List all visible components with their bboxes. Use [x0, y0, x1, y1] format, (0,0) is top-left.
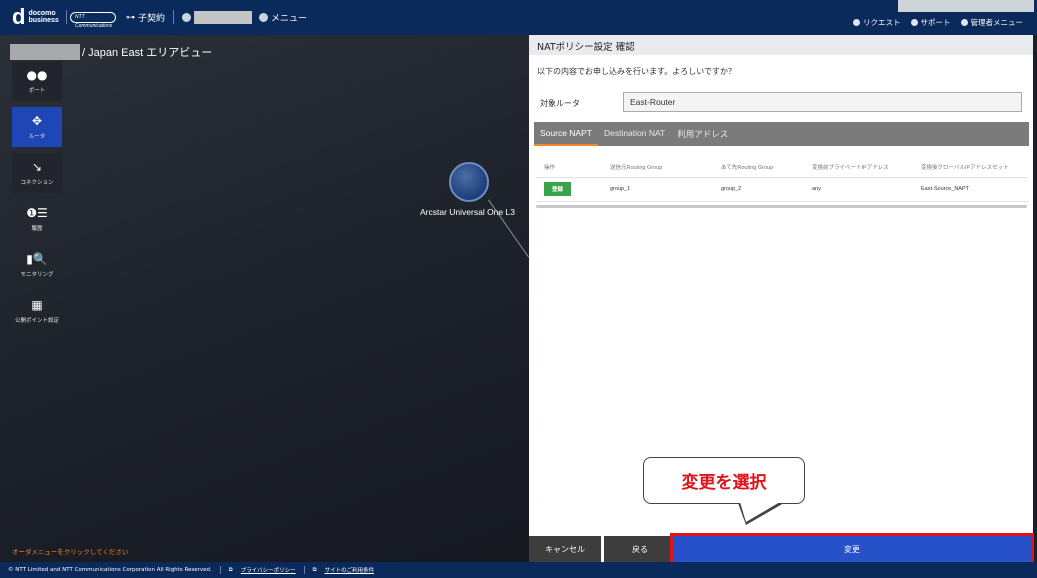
- column-header: 操作: [536, 157, 602, 178]
- sidebar-item-port[interactable]: ●● ポート: [12, 61, 62, 101]
- sidebar-item-public-point[interactable]: ▦ 公開ポイント設定: [12, 291, 62, 331]
- breadcrumb-current: / Japan East エリアビュー: [82, 47, 213, 59]
- private-ip-cell: any: [804, 177, 913, 202]
- router-field[interactable]: East-Router: [623, 92, 1022, 112]
- sidebar-item-monitoring[interactable]: ▮🔍 モニタリング: [12, 245, 62, 285]
- support-link[interactable]: サポート: [910, 17, 951, 28]
- public-point-icon: ▦: [31, 298, 43, 312]
- area-view-canvas[interactable]: / Japan East エリアビュー ●● ポート ✥ ルータ ↘ コネクショ…: [0, 35, 529, 562]
- nat-tabs: Source NAPT Destination NAT 利用アドレス: [534, 122, 1029, 146]
- table-scrollbar[interactable]: [536, 205, 1027, 208]
- terms-of-use-link[interactable]: サイトのご利用条件: [325, 566, 375, 574]
- docomo-business-logo[interactable]: d docomo business: [12, 4, 59, 29]
- table-header-row: 操作 送信元Routing Group あて先Routing Group 変換前…: [536, 157, 1028, 178]
- port-icon: ●●: [26, 68, 48, 82]
- callout-tail-inner: [740, 502, 780, 522]
- masked-header-tab: [898, 0, 1034, 12]
- sidebar: ●● ポート ✥ ルータ ↘ コネクション ❶☰ 履歴 ▮🔍 モニタリング ▦ …: [12, 61, 62, 337]
- logo-line2: business: [28, 17, 59, 24]
- masked-account-name: [194, 11, 252, 24]
- monitoring-icon: ▮🔍: [26, 252, 48, 266]
- request-link[interactable]: リクエスト: [853, 17, 901, 28]
- confirm-message: 以下の内容でお申し込みを行います。よろしいですか？: [537, 67, 736, 76]
- copyright-text: © NTT Limited and NTT Communications Cor…: [8, 567, 212, 573]
- gear-icon: [960, 19, 968, 26]
- dst-group-cell: group_2: [713, 177, 804, 202]
- external-link-icon: ⧉: [312, 566, 317, 573]
- router-label: 対象ルータ: [540, 99, 580, 108]
- logo-d-mark: d: [12, 4, 26, 29]
- register-badge: 登録: [544, 182, 572, 196]
- tab-used-addresses[interactable]: 利用アドレス: [671, 122, 734, 146]
- sidebar-item-router[interactable]: ✥ ルータ: [12, 107, 62, 147]
- back-button[interactable]: 戻る: [604, 536, 676, 562]
- column-header: 変換後グローバルIPアドレスセット: [913, 157, 1028, 178]
- header-divider: [173, 10, 174, 24]
- external-link-icon: ⧉: [228, 566, 233, 573]
- nat-rule-table: 操作 送信元Routing Group あて先Routing Group 変換前…: [536, 157, 1028, 202]
- global-ip-cell: East-Source_NAPT: [913, 177, 1028, 202]
- sidebar-item-label: ルータ: [28, 134, 46, 140]
- masked-breadcrumb: [10, 44, 80, 60]
- src-group-cell: group_1: [602, 177, 713, 202]
- change-button[interactable]: 変更: [670, 533, 1034, 565]
- history-icon: ❶☰: [26, 206, 48, 220]
- top-header: d docomo business NTT Communications ⊶ 子契…: [0, 0, 1037, 35]
- table-row: 登録 group_1 group_2 any East-Source_NAPT: [536, 177, 1028, 202]
- column-header: 変換前プライベートIPアドレス: [804, 157, 913, 178]
- menu-button[interactable]: メニュー: [259, 11, 307, 24]
- sidebar-item-label: モニタリング: [20, 272, 54, 278]
- tab-source-napt[interactable]: Source NAPT: [534, 122, 598, 146]
- sidebar-item-label: 公開ポイント設定: [14, 318, 59, 324]
- cancel-button[interactable]: キャンセル: [529, 536, 601, 562]
- sidebar-item-label: 履歴: [31, 226, 43, 232]
- contract-selector[interactable]: ⊶ 子契約: [126, 11, 166, 25]
- sidebar-item-label: コネクション: [20, 180, 54, 186]
- admin-menu-link[interactable]: 管理者メニュー: [960, 17, 1023, 28]
- menu-icon: [259, 13, 268, 22]
- breadcrumb: / Japan East エリアビュー: [10, 44, 212, 60]
- support-icon: [910, 19, 918, 26]
- privacy-policy-link[interactable]: プライバシーポリシー: [241, 566, 296, 574]
- order-hint-text: オーダメニューをクリックしてください: [12, 548, 129, 556]
- action-cell: 登録: [536, 177, 602, 202]
- router-icon: ✥: [31, 114, 43, 128]
- footer-divider: [219, 566, 221, 574]
- menu-label: メニュー: [271, 14, 308, 24]
- sidebar-item-connection[interactable]: ↘ コネクション: [12, 153, 62, 193]
- contract-tree-icon: ⊶: [126, 12, 135, 23]
- tab-destination-nat[interactable]: Destination NAT: [598, 122, 671, 146]
- header-divider: [66, 10, 67, 24]
- column-header: あて先Routing Group: [713, 157, 804, 178]
- column-header: 送信元Routing Group: [602, 157, 713, 178]
- header-right-menu: リクエスト サポート 管理者メニュー: [853, 17, 1023, 28]
- contract-label: 子契約: [138, 14, 166, 24]
- ntt-logo: NTT Communications: [70, 12, 116, 29]
- footer: © NTT Limited and NTT Communications Cor…: [0, 562, 1037, 578]
- account-icon: [182, 13, 191, 22]
- sidebar-item-history[interactable]: ❶☰ 履歴: [12, 199, 62, 239]
- footer-divider: [303, 566, 305, 574]
- connection-icon: ↘: [31, 160, 43, 174]
- bell-icon: [853, 19, 860, 26]
- globe-node-icon[interactable]: [449, 162, 489, 202]
- account-selector[interactable]: [182, 11, 252, 24]
- logo-line1: docomo: [28, 10, 56, 17]
- sidebar-item-label: ポート: [28, 88, 46, 94]
- action-bar: キャンセル 戻る 変更: [529, 533, 1034, 565]
- instruction-callout: 変更を選択: [643, 457, 805, 504]
- panel-title: NATポリシー設定 確認: [529, 35, 1033, 55]
- node-label: Arcstar Universal One L3: [420, 207, 515, 217]
